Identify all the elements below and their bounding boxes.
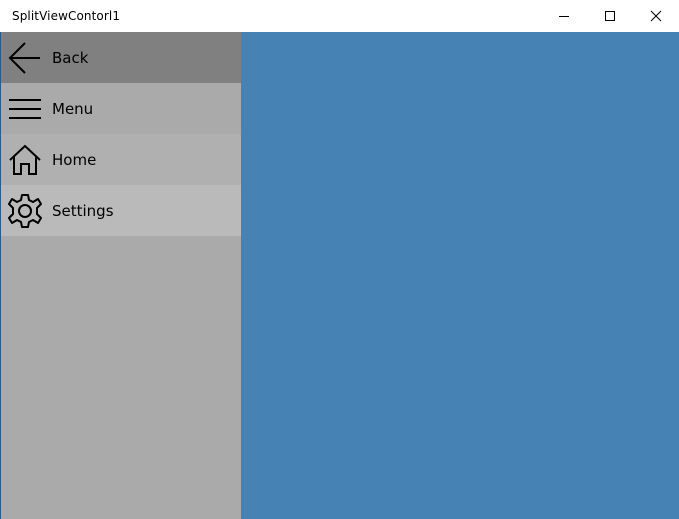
minimize-icon	[559, 16, 569, 17]
split-view-pane: Back Menu Home Settings	[0, 32, 241, 519]
nav-item-menu[interactable]: Menu	[0, 83, 241, 134]
hamburger-menu-icon	[0, 83, 50, 134]
app-window: SplitViewContorl1 ge	[0, 0, 679, 519]
nav-item-home[interactable]: Home	[0, 134, 241, 185]
maximize-button[interactable]	[587, 0, 633, 32]
window-border	[0, 32, 1, 519]
arrow-back-icon	[0, 32, 50, 83]
nav-item-label: Settings	[52, 201, 114, 220]
gear-icon	[0, 185, 50, 236]
window-controls	[541, 0, 679, 32]
nav-item-label: Home	[52, 150, 97, 169]
nav-item-label: Back	[52, 48, 89, 67]
home-icon	[0, 134, 50, 185]
nav-item-back[interactable]: Back	[0, 32, 241, 83]
title-bar[interactable]: SplitViewContorl1	[0, 0, 679, 32]
nav-item-settings[interactable]: Settings	[0, 185, 241, 236]
window-title: SplitViewContorl1	[12, 9, 121, 23]
main-content: ge Back Me	[0, 32, 679, 519]
nav-item-label: Menu	[52, 99, 94, 118]
maximize-icon	[605, 11, 615, 21]
close-icon	[650, 10, 662, 22]
minimize-button[interactable]	[541, 0, 587, 32]
close-button[interactable]	[633, 0, 679, 32]
